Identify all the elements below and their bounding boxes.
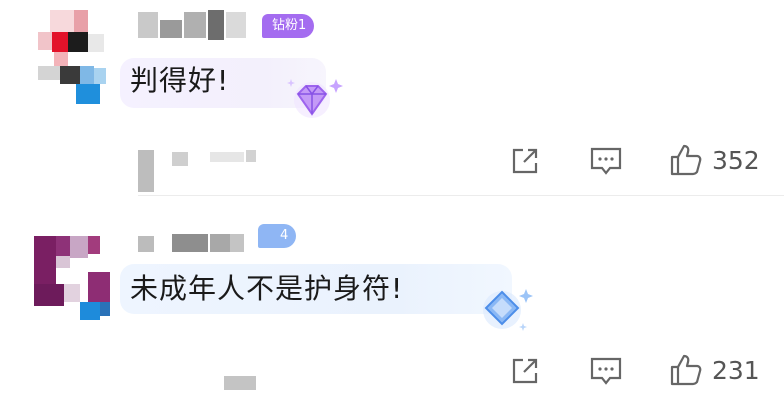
username[interactable] (138, 8, 248, 40)
comment-item: 钻粉1 判得好! 352 (0, 0, 784, 196)
divider (138, 195, 784, 196)
share-icon (512, 358, 538, 384)
like-count: 231 (712, 355, 760, 385)
fan-badge: 4 (258, 224, 297, 248)
comment-meta (138, 142, 278, 192)
badge-label: 4 (280, 228, 289, 243)
share-icon (512, 148, 538, 174)
comment-item: 4 未成年人不是护身符! 231 (0, 210, 784, 400)
share-button[interactable] (508, 354, 542, 388)
badge-label: 钻粉1 (272, 18, 307, 33)
thumbs-up-icon (670, 354, 702, 386)
thumbs-up-icon (670, 144, 702, 176)
fan-badge: 钻粉1 (262, 14, 315, 38)
comment-icon (590, 357, 622, 385)
comment-text: 判得好! (130, 64, 230, 97)
like-button[interactable]: 231 (668, 352, 760, 388)
like-count: 352 (712, 145, 760, 175)
blue-gem-icon (483, 289, 533, 331)
reply-button[interactable] (588, 144, 624, 178)
comment-icon (590, 147, 622, 175)
username[interactable] (138, 226, 248, 256)
avatar[interactable] (30, 6, 108, 104)
reply-button[interactable] (588, 354, 624, 388)
diamond-gem-icon (287, 79, 343, 118)
avatar[interactable] (30, 232, 110, 320)
comment-text: 未成年人不是护身符! (130, 272, 404, 305)
share-button[interactable] (508, 144, 542, 178)
comment-meta (138, 370, 278, 410)
like-button[interactable]: 352 (668, 142, 760, 178)
